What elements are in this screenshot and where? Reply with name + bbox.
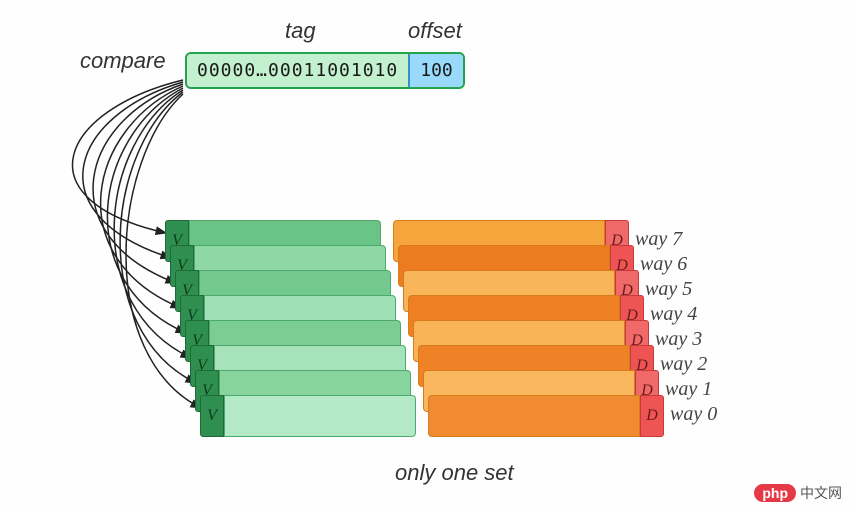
- address-tag-bits: 00000…00011001010: [187, 54, 408, 87]
- cache-ways: VDway 7VDway 6VDway 5VDway 4VDway 3VDway…: [170, 220, 790, 450]
- way-label: way 5: [645, 278, 692, 301]
- address-offset-bits: 100: [408, 54, 463, 87]
- dirty-bit: D: [640, 395, 664, 437]
- watermark-badge: php: [754, 484, 796, 502]
- way-label: way 2: [660, 353, 707, 376]
- way-label: way 3: [655, 328, 702, 351]
- watermark: php 中文网: [754, 483, 842, 503]
- tag-field: [224, 395, 416, 437]
- way-label: way 4: [650, 303, 697, 326]
- way-label: way 7: [635, 228, 682, 251]
- address-box: 00000…00011001010 100: [185, 52, 465, 89]
- valid-bit: V: [200, 395, 224, 437]
- way-label: way 6: [640, 253, 687, 276]
- offset-label: offset: [408, 18, 462, 44]
- way-label: way 1: [665, 378, 712, 401]
- compare-label: compare: [80, 48, 166, 74]
- watermark-text: 中文网: [800, 483, 842, 503]
- cache-way: VD: [200, 395, 664, 437]
- way-label: way 0: [670, 403, 717, 426]
- data-field: [428, 395, 640, 437]
- caption-only-one-set: only one set: [395, 460, 514, 486]
- tag-label: tag: [285, 18, 316, 44]
